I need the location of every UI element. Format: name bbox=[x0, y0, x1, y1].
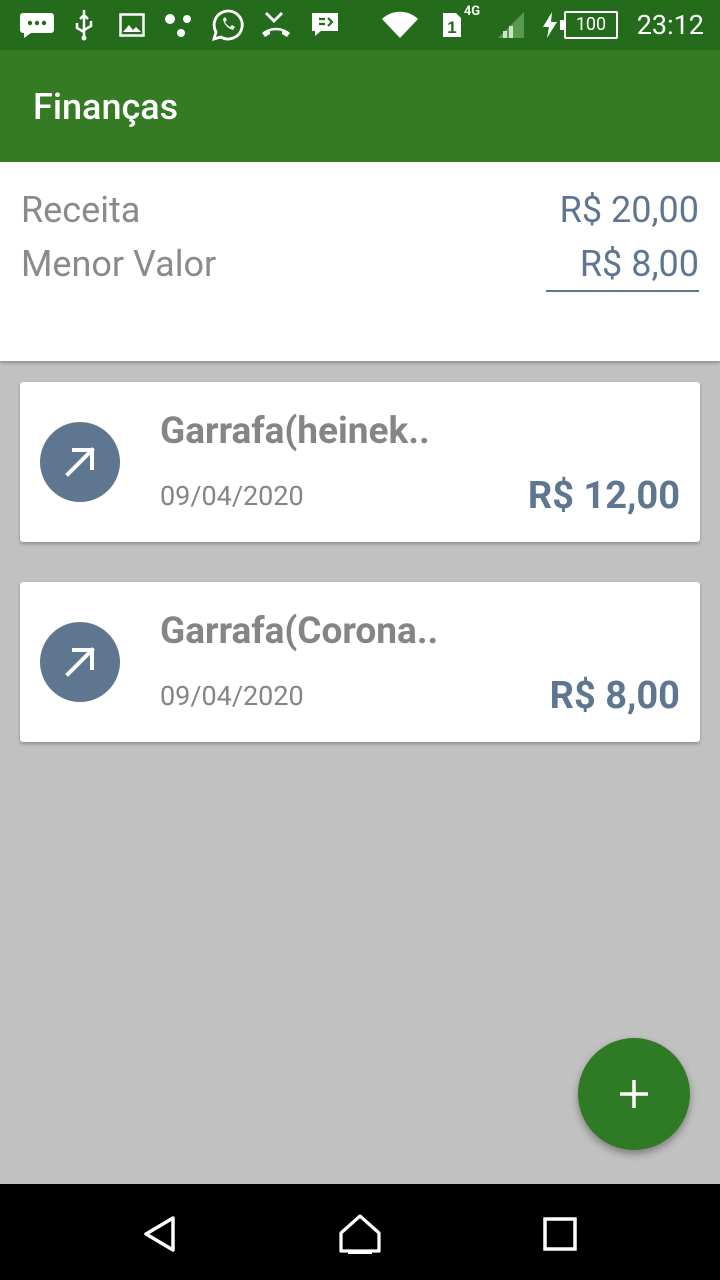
add-transaction-button[interactable] bbox=[578, 1038, 690, 1150]
transaction-date: 09/04/2020 bbox=[160, 480, 304, 512]
arrow-up-right-icon bbox=[40, 622, 120, 702]
transaction-date: 09/04/2020 bbox=[160, 680, 304, 712]
revenue-row: Receita R$ 20,00 bbox=[21, 189, 699, 239]
sim-icon: 1 4G bbox=[436, 0, 486, 50]
lowest-value-label: Menor Valor bbox=[21, 243, 217, 285]
transaction-amount: R$ 8,00 bbox=[549, 674, 680, 718]
dots-icon bbox=[162, 0, 196, 50]
usb-icon bbox=[72, 0, 96, 50]
messages-icon bbox=[18, 0, 56, 50]
missed-call-icon bbox=[258, 0, 294, 50]
image-icon bbox=[118, 0, 146, 50]
back-button[interactable] bbox=[130, 1204, 190, 1264]
page-title: Finanças bbox=[33, 86, 179, 128]
summary-card: Receita R$ 20,00 Menor Valor R$ 8,00 bbox=[0, 162, 720, 361]
lowest-value-row: Menor Valor R$ 8,00 bbox=[21, 243, 699, 293]
navigation-bar bbox=[0, 1184, 720, 1280]
app-bar: Finanças bbox=[0, 50, 720, 162]
lowest-value-amount: R$ 8,00 bbox=[579, 243, 699, 285]
recents-button[interactable] bbox=[530, 1204, 590, 1264]
plus-icon bbox=[620, 1080, 648, 1108]
battery-level: 100 bbox=[575, 14, 607, 35]
signal-icon bbox=[496, 0, 526, 50]
network-type-label: 4G bbox=[463, 4, 481, 19]
revenue-label: Receita bbox=[21, 189, 141, 231]
status-bar: 1 4G 100 23:12 bbox=[0, 0, 720, 50]
home-button[interactable] bbox=[330, 1204, 390, 1264]
transaction-amount: R$ 12,00 bbox=[527, 474, 680, 518]
transaction-card[interactable]: Garrafa(Corona.. 09/04/2020 R$ 8,00 bbox=[20, 582, 700, 742]
transaction-card[interactable]: Garrafa(heinek.. 09/04/2020 R$ 12,00 bbox=[20, 382, 700, 542]
wifi-icon bbox=[380, 0, 420, 50]
battery-icon: 100 bbox=[560, 0, 620, 50]
transaction-title: Garrafa(heinek.. bbox=[160, 410, 430, 453]
arrow-up-right-icon bbox=[40, 422, 120, 502]
svg-text:1: 1 bbox=[447, 18, 456, 37]
lowest-value-underline bbox=[546, 290, 699, 292]
revenue-value: R$ 20,00 bbox=[559, 189, 699, 231]
chat-icon bbox=[308, 0, 342, 50]
charging-icon bbox=[540, 0, 560, 50]
back-icon bbox=[144, 1216, 175, 1252]
transaction-title: Garrafa(Corona.. bbox=[160, 610, 439, 653]
recents-icon bbox=[543, 1217, 577, 1251]
status-time: 23:12 bbox=[636, 9, 704, 41]
home-icon bbox=[339, 1214, 381, 1254]
whatsapp-icon bbox=[210, 0, 246, 50]
